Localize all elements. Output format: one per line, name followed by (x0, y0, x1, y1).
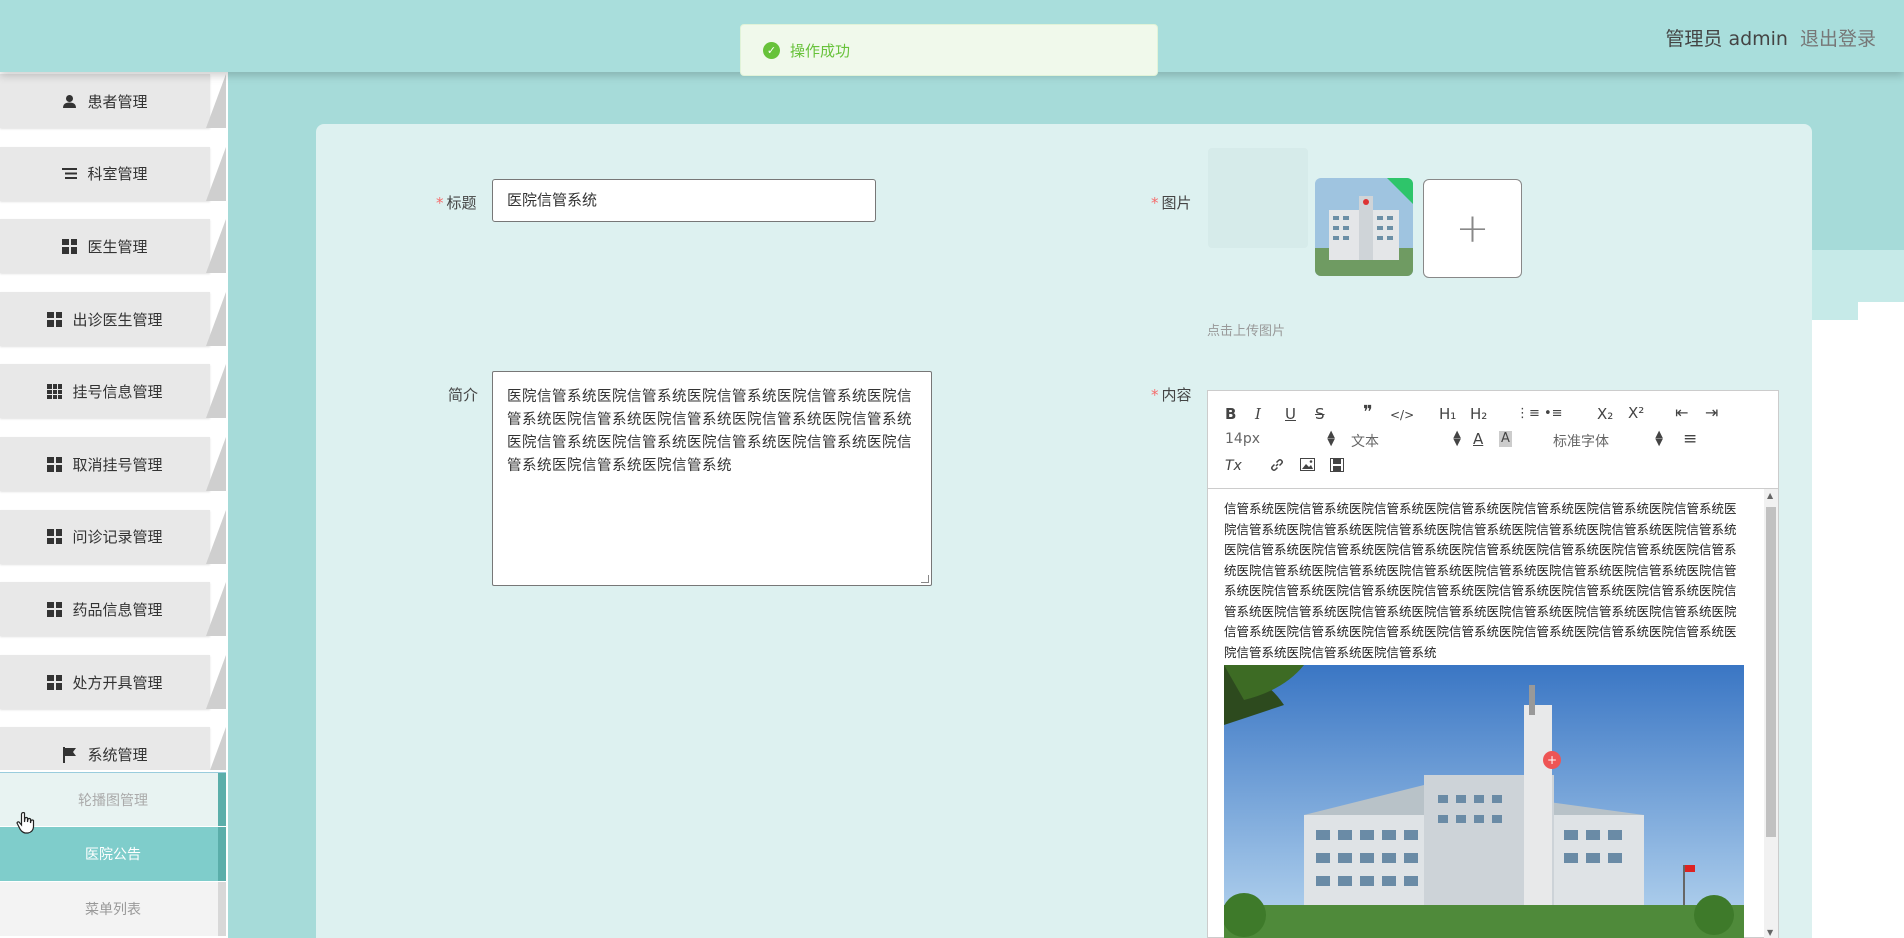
sidebar-item-medicine[interactable]: 药品信息管理 (0, 580, 228, 653)
indent-button[interactable]: ⇥ (1705, 405, 1718, 421)
sidebar-item-label: 问诊记录管理 (72, 528, 163, 547)
superscript-button[interactable]: X² (1628, 405, 1644, 421)
intro-label: 简介 (448, 386, 479, 404)
subscript-button[interactable]: X₂ (1597, 406, 1613, 422)
quote-button[interactable]: ❞ (1363, 404, 1373, 422)
bold-button[interactable]: B (1225, 406, 1236, 422)
background-decoration (1858, 302, 1904, 322)
sidebar-item-label: 挂号信息管理 (72, 383, 163, 402)
title-label: * 标题 (436, 194, 477, 212)
grid-icon (47, 529, 63, 545)
font-size-select[interactable]: 14px ▲ ▼ (1225, 429, 1335, 448)
sidebar-item-label: 系统管理 (87, 746, 148, 765)
image-icon (1300, 458, 1315, 471)
background-decoration (1812, 320, 1904, 938)
image-placeholder (1208, 148, 1308, 248)
grid-icon (47, 601, 63, 617)
grid-icon (47, 456, 63, 472)
grid-icon (47, 674, 63, 690)
image-button[interactable] (1300, 458, 1315, 474)
success-corner-badge (1387, 178, 1413, 204)
sidebar-item-registration[interactable]: 挂号信息管理 (0, 362, 228, 435)
submenu-label: 轮播图管理 (78, 792, 148, 809)
toast-message: 操作成功 (790, 41, 851, 60)
logout-link[interactable]: 退出登录 (1800, 24, 1876, 51)
sidebar-item-label: 科室管理 (87, 165, 148, 184)
sidebar-item-label: 出诊医生管理 (72, 310, 163, 329)
upload-tip: 点击上传图片 (1207, 324, 1286, 339)
header-user-area: 管理员 admin 退出登录 (1665, 24, 1876, 51)
sidebar-item-label: 医生管理 (87, 237, 148, 256)
plus-icon: + (1455, 205, 1490, 252)
editor-toolbar: B I U S ❞ </> H₁ H₂ ⋮≡ •≡ X₂ X² ⇤ ⇥ 14px… (1208, 391, 1778, 489)
sidebar: 患者管理 科室管理 医生管理 出诊医生管理 挂号信息管理 取消挂号管理 问诊记录… (0, 72, 228, 938)
editor-scrollbar[interactable]: ▲ ▼ (1764, 489, 1778, 938)
resize-handle-icon[interactable] (921, 575, 929, 583)
sidebar-item-label: 患者管理 (87, 92, 148, 111)
ordered-list-button[interactable]: ⋮≡ (1516, 406, 1540, 422)
sidebar-item-visiting-doctors[interactable]: 出诊医生管理 (0, 290, 228, 363)
h1-button[interactable]: H₁ (1439, 406, 1456, 422)
scroll-down-icon: ▼ (1767, 928, 1774, 937)
font-color-button[interactable]: A (1473, 431, 1483, 447)
upload-image-button[interactable]: + (1423, 179, 1522, 278)
video-icon (1330, 458, 1344, 472)
submenu-label: 菜单列表 (85, 902, 141, 918)
hand-cursor-icon (16, 811, 36, 839)
link-button[interactable] (1270, 458, 1284, 477)
check-circle-icon: ✓ (763, 41, 780, 59)
submenu-menu-list[interactable]: 菜单列表 (0, 882, 226, 936)
success-toast: ✓ 操作成功 (740, 24, 1158, 76)
sidebar-item-label: 药品信息管理 (72, 600, 163, 619)
admin-name: 管理员 admin (1665, 28, 1788, 50)
h2-button[interactable]: H₂ (1470, 406, 1487, 422)
scrollbar-thumb (1766, 507, 1776, 837)
flag-icon (62, 747, 77, 764)
uploaded-image-thumbnail[interactable] (1315, 178, 1413, 276)
intro-text: 医院信管系统医院信管系统医院信管系统医院信管系统医院信管系统医院信管系统医院信管… (507, 389, 912, 474)
submenu-label: 医院公告 (85, 847, 141, 863)
list-icon (62, 166, 78, 181)
align-button[interactable]: ≡ (1683, 431, 1697, 448)
sidebar-item-label: 取消挂号管理 (72, 455, 163, 474)
editor-content-image[interactable]: + (1224, 665, 1744, 938)
font-family-select[interactable]: 标准字体 ▲ ▼ (1553, 429, 1663, 451)
strike-button[interactable]: S (1315, 406, 1325, 422)
underline-button[interactable]: U (1285, 406, 1296, 422)
sidebar-item-label: 处方开具管理 (72, 673, 163, 692)
scroll-up-icon: ▲ (1767, 491, 1774, 500)
code-button[interactable]: </> (1390, 407, 1414, 423)
user-icon (62, 94, 77, 109)
italic-button[interactable]: I (1255, 406, 1261, 422)
text-style-select[interactable]: 文本 ▲ ▼ (1351, 429, 1461, 451)
outdent-button[interactable]: ⇤ (1675, 405, 1688, 421)
video-button[interactable] (1330, 458, 1344, 475)
title-input[interactable]: 医院信管系统 (492, 179, 876, 222)
rich-text-editor: B I U S ❞ </> H₁ H₂ ⋮≡ •≡ X₂ X² ⇤ ⇥ 14px… (1207, 390, 1779, 938)
grid-icon (47, 311, 63, 327)
intro-textarea[interactable]: 医院信管系统医院信管系统医院信管系统医院信管系统医院信管系统医院信管系统医院信管… (492, 371, 932, 586)
select-arrow-icon: ▲ ▼ (1453, 429, 1461, 448)
svg-text:+: + (1547, 753, 1557, 767)
select-arrow-icon: ▲ ▼ (1327, 429, 1335, 448)
clear-format-button[interactable]: Tx (1225, 458, 1242, 474)
sidebar-item-consultation-records[interactable]: 问诊记录管理 (0, 508, 228, 581)
grid-icon (62, 238, 78, 254)
sidebar-item-prescriptions[interactable]: 处方开具管理 (0, 653, 228, 726)
editor-content-text[interactable]: 信管系统医院信管系统医院信管系统医院信管系统医院信管系统医院信管系统医院信管系统… (1224, 499, 1744, 663)
image-label: * 图片 (1151, 194, 1192, 212)
background-color-button[interactable]: A (1499, 431, 1512, 447)
content-label: * 内容 (1151, 386, 1192, 404)
sidebar-item-departments[interactable]: 科室管理 (0, 145, 228, 218)
select-arrow-icon: ▲ ▼ (1655, 429, 1663, 448)
bullet-list-button[interactable]: •≡ (1544, 406, 1563, 422)
sidebar-item-doctors[interactable]: 医生管理 (0, 217, 228, 290)
sidebar-item-patients[interactable]: 患者管理 (0, 72, 228, 145)
sidebar-item-cancel-registration[interactable]: 取消挂号管理 (0, 435, 228, 508)
link-icon (1271, 459, 1283, 471)
grid9-icon (47, 384, 63, 400)
